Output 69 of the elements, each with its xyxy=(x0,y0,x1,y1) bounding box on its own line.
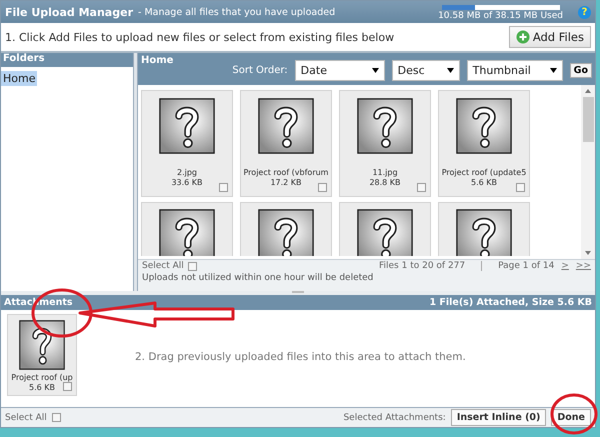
add-files-button[interactable]: Add Files xyxy=(508,26,591,48)
scrollbar[interactable] xyxy=(581,85,595,259)
last-page-link[interactable]: >> xyxy=(576,261,591,271)
sort-order-label: Sort Order: xyxy=(232,65,288,76)
file-checkbox[interactable] xyxy=(63,382,72,391)
question-mark-icon xyxy=(159,209,215,256)
window-subtitle: - Manage all files that you have uploaded xyxy=(138,6,336,18)
select-all-checkbox[interactable] xyxy=(52,413,61,422)
folder-title: Home xyxy=(141,55,174,66)
quota-reading: 10.58 MB of 38.15 MB Used xyxy=(438,10,563,20)
file-thumbnail[interactable] xyxy=(240,202,332,256)
select-all-label: Select All xyxy=(5,412,47,422)
file-thumbnail[interactable]: Project roof (update5 5.6 KB xyxy=(438,90,530,197)
folders-header: Folders xyxy=(1,53,133,67)
dropdown[interactable]: Thumbnail xyxy=(466,60,563,81)
caret-icon xyxy=(550,68,557,73)
file-checkbox[interactable] xyxy=(417,183,426,192)
file-size: 33.6 KB xyxy=(171,178,203,188)
file-thumbnail[interactable]: 2.jpg 33.6 KB xyxy=(141,90,233,197)
question-mark-icon xyxy=(258,98,314,154)
file-checkbox[interactable] xyxy=(219,183,228,192)
drop-hint: 2. Drag previously uploaded files into this area to attach them. xyxy=(135,351,466,363)
folder-item[interactable]: Home xyxy=(1,71,38,86)
file-thumbnail[interactable]: Project roof (vbforum 17.2 KB xyxy=(240,90,332,197)
file-size: 17.2 KB xyxy=(270,178,302,188)
file-thumbnail[interactable] xyxy=(438,202,530,256)
caret-icon xyxy=(446,68,454,73)
go-button[interactable]: Go xyxy=(570,63,592,78)
scroll-up-icon xyxy=(585,89,591,93)
file-checkbox[interactable] xyxy=(318,183,327,192)
file-thumbnail[interactable] xyxy=(141,202,233,256)
caret-icon xyxy=(372,68,379,73)
insert-inline-button[interactable]: Insert Inline (0) xyxy=(450,409,546,426)
scroll-down-icon xyxy=(585,251,591,255)
question-mark-icon xyxy=(357,98,413,154)
scroll-thumb[interactable] xyxy=(582,97,594,142)
file-size: 28.8 KB xyxy=(369,178,401,188)
file-name: Project roof (up xyxy=(11,373,73,383)
file-thumbnail[interactable]: 11.jpg 28.8 KB xyxy=(339,90,431,197)
attachments-summary: 1 File(s) Attached, Size 5.6 KB xyxy=(429,297,592,308)
selected-attachments-label: Selected Attachments: xyxy=(343,412,446,422)
dropdown[interactable]: Date xyxy=(294,60,385,81)
files-count: Files 1 to 20 of 277 xyxy=(379,261,466,271)
question-mark-icon xyxy=(159,98,215,154)
instruction-text: 1. Click Add Files to upload new files or select from existing files below xyxy=(5,30,394,44)
attached-file-thumbnail[interactable]: Project roof (up 5.6 KB xyxy=(7,314,77,396)
file-name: 2.jpg xyxy=(176,168,197,178)
window-title: File Upload Manager xyxy=(5,6,133,18)
question-mark-icon xyxy=(456,98,512,154)
dropdown[interactable]: Desc xyxy=(392,60,460,81)
done-button[interactable]: Done xyxy=(551,409,591,426)
file-name: Project roof (update5 xyxy=(442,168,526,178)
file-name: 11.jpg xyxy=(372,168,398,178)
question-mark-icon xyxy=(19,320,65,370)
select-all-checkbox[interactable] xyxy=(188,262,197,270)
file-size: 5.6 KB xyxy=(471,178,497,188)
file-thumbnail[interactable] xyxy=(339,202,431,256)
file-size: 5.6 KB xyxy=(29,382,55,392)
select-all-label: Select All xyxy=(142,261,184,271)
next-page-link[interactable]: > xyxy=(561,261,569,271)
plus-icon xyxy=(516,30,530,44)
page-indicator: Page 1 of 14 xyxy=(498,261,554,271)
annotation-circle xyxy=(550,394,598,434)
notice-text: Uploads not utilized within one hour will be deleted xyxy=(142,273,374,283)
file-checkbox[interactable] xyxy=(516,183,525,192)
question-mark-icon xyxy=(357,209,413,256)
question-mark-icon xyxy=(258,209,314,256)
question-mark-icon xyxy=(456,209,512,256)
file-name: Project roof (vbforum xyxy=(244,168,328,178)
